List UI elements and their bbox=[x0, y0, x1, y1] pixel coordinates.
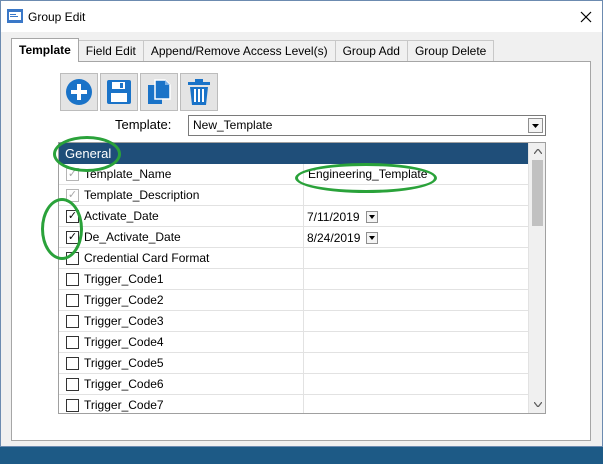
checkmark-icon: ✓ bbox=[67, 231, 78, 243]
row-checkbox[interactable] bbox=[66, 252, 79, 265]
checkmark-icon: ✓ bbox=[67, 189, 78, 201]
save-button[interactable] bbox=[100, 73, 138, 111]
date-picker[interactable]: 7/11/2019 bbox=[305, 208, 378, 225]
property-row: Trigger_Code7 bbox=[59, 395, 528, 413]
tab-template[interactable]: Template bbox=[11, 38, 79, 62]
row-checkbox[interactable] bbox=[66, 294, 79, 307]
plus-circle-icon bbox=[66, 79, 92, 105]
floppy-disk-icon bbox=[107, 80, 131, 104]
window-title: Group Edit bbox=[28, 10, 86, 24]
template-tab-panel: Template: New_Template General ✓ Template… bbox=[11, 61, 591, 441]
column-divider bbox=[303, 206, 304, 227]
tab-field-edit[interactable]: Field Edit bbox=[77, 40, 144, 62]
section-header-general[interactable]: General bbox=[59, 143, 528, 164]
chevron-up-icon bbox=[533, 149, 542, 154]
tab-group-add[interactable]: Group Add bbox=[334, 40, 408, 62]
row-label: Trigger_Code1 bbox=[84, 272, 164, 286]
close-icon bbox=[580, 11, 592, 23]
row-checkbox[interactable] bbox=[66, 273, 79, 286]
vertical-scrollbar[interactable] bbox=[528, 143, 545, 413]
column-divider bbox=[303, 374, 304, 395]
column-divider bbox=[303, 395, 304, 413]
column-divider bbox=[303, 164, 304, 185]
dropdown-arrow[interactable] bbox=[528, 118, 543, 133]
date-value: 8/24/2019 bbox=[307, 230, 361, 245]
trash-can-icon bbox=[188, 79, 210, 105]
template-dropdown-value: New_Template bbox=[193, 118, 273, 132]
property-row: Trigger_Code1 bbox=[59, 269, 528, 290]
property-row: ✓ De_Activate_Date 8/24/2019 bbox=[59, 227, 528, 248]
property-row: Credential Card Format bbox=[59, 248, 528, 269]
copy-button[interactable] bbox=[140, 73, 178, 111]
chevron-down-icon bbox=[369, 235, 376, 240]
row-checkbox[interactable] bbox=[66, 315, 79, 328]
property-row: Trigger_Code4 bbox=[59, 332, 528, 353]
row-checkbox: ✓ bbox=[66, 168, 79, 181]
group-edit-window: Group Edit Template Field Edit Append/Re… bbox=[0, 0, 603, 447]
title-bar: Group Edit bbox=[1, 1, 602, 32]
tab-group-delete[interactable]: Group Delete bbox=[406, 40, 495, 62]
column-divider bbox=[303, 227, 304, 248]
property-row: ✓ Template_Name Engineering_Template bbox=[59, 164, 528, 185]
column-divider bbox=[303, 290, 304, 311]
scroll-thumb[interactable] bbox=[532, 160, 543, 226]
row-label: Trigger_Code2 bbox=[84, 293, 164, 307]
row-label: Trigger_Code6 bbox=[84, 377, 164, 391]
chevron-down-icon bbox=[532, 123, 539, 128]
property-row: ✓ Template_Description bbox=[59, 185, 528, 206]
checkmark-icon: ✓ bbox=[67, 168, 78, 180]
tab-append-remove-access-levels[interactable]: Append/Remove Access Level(s) bbox=[142, 40, 336, 62]
chevron-down-icon bbox=[368, 214, 375, 219]
row-label: De_Activate_Date bbox=[84, 230, 181, 244]
date-dropdown-button[interactable] bbox=[365, 210, 378, 223]
property-row: Trigger_Code2 bbox=[59, 290, 528, 311]
column-divider bbox=[303, 353, 304, 374]
row-checkbox[interactable] bbox=[66, 399, 79, 412]
template-label: Template: bbox=[115, 117, 172, 132]
column-divider bbox=[303, 269, 304, 290]
template-dropdown[interactable]: New_Template bbox=[188, 115, 546, 136]
copy-documents-icon bbox=[148, 79, 171, 104]
row-checkbox[interactable]: ✓ bbox=[66, 210, 79, 223]
row-label: Template_Description bbox=[84, 188, 200, 202]
row-label: Template_Name bbox=[84, 167, 172, 181]
date-picker[interactable]: 8/24/2019 bbox=[305, 229, 379, 246]
row-checkbox[interactable] bbox=[66, 378, 79, 391]
column-divider bbox=[303, 248, 304, 269]
desktop-background-bottom bbox=[0, 447, 603, 464]
row-checkbox[interactable] bbox=[66, 336, 79, 349]
row-checkbox[interactable]: ✓ bbox=[66, 231, 79, 244]
tab-strip: Template Field Edit Append/Remove Access… bbox=[11, 38, 495, 62]
row-label: Trigger_Code4 bbox=[84, 335, 164, 349]
checkmark-icon: ✓ bbox=[67, 210, 78, 222]
column-divider bbox=[303, 332, 304, 353]
property-row: Trigger_Code3 bbox=[59, 311, 528, 332]
property-row: Trigger_Code6 bbox=[59, 374, 528, 395]
app-icon bbox=[7, 9, 23, 23]
row-checkbox[interactable] bbox=[66, 357, 79, 370]
row-label: Trigger_Code3 bbox=[84, 314, 164, 328]
column-divider bbox=[303, 185, 304, 206]
row-checkbox: ✓ bbox=[66, 189, 79, 202]
row-label: Credential Card Format bbox=[84, 251, 210, 265]
date-dropdown-button[interactable] bbox=[366, 231, 379, 244]
row-value[interactable]: Engineering_Template bbox=[308, 167, 427, 181]
property-row: Trigger_Code5 bbox=[59, 353, 528, 374]
scroll-up-button[interactable] bbox=[529, 143, 545, 160]
column-divider bbox=[303, 311, 304, 332]
row-label: Activate_Date bbox=[84, 209, 159, 223]
date-value: 7/11/2019 bbox=[307, 209, 360, 224]
chevron-down-icon bbox=[533, 402, 542, 407]
property-row: ✓ Activate_Date 7/11/2019 bbox=[59, 206, 528, 227]
toolbar bbox=[60, 73, 218, 111]
scroll-down-button[interactable] bbox=[529, 396, 545, 413]
property-rows: ✓ Template_Name Engineering_Template ✓ Templ… bbox=[59, 164, 528, 413]
delete-button[interactable] bbox=[180, 73, 218, 111]
row-label: Trigger_Code5 bbox=[84, 356, 164, 370]
add-button[interactable] bbox=[60, 73, 98, 111]
property-grid: General ✓ Template_Name Engineering_Templa… bbox=[58, 142, 546, 414]
close-button[interactable] bbox=[573, 6, 599, 28]
row-label: Trigger_Code7 bbox=[84, 398, 164, 412]
